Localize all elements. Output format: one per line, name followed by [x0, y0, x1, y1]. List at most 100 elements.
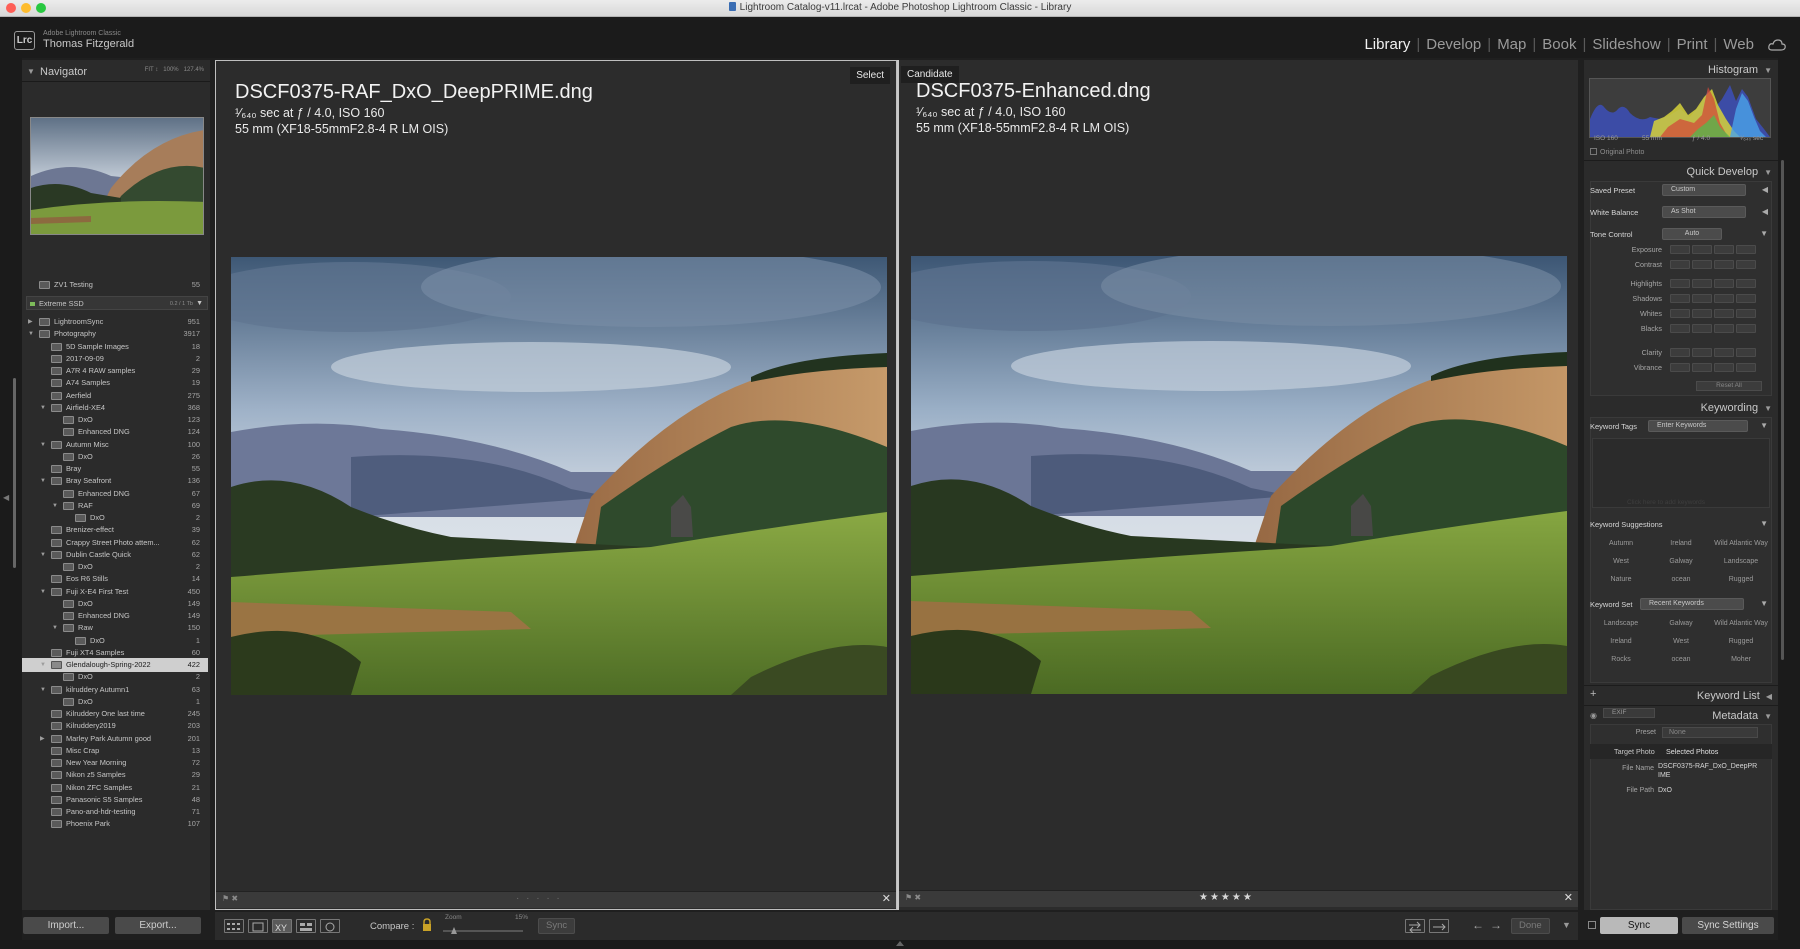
disclosure-icon[interactable]: ◀ [1762, 185, 1768, 194]
navigator-preview[interactable] [30, 117, 204, 235]
people-view-icon[interactable] [320, 919, 340, 933]
keyword-button[interactable]: Galway [1652, 620, 1710, 627]
module-print[interactable]: Print [1677, 36, 1708, 53]
histogram[interactable] [1589, 78, 1771, 138]
folder-row[interactable]: Phoenix Park 107 [22, 817, 208, 831]
tone-step-button[interactable] [1736, 348, 1756, 357]
tone-step-button[interactable] [1692, 363, 1712, 372]
module-book[interactable]: Book [1542, 36, 1576, 53]
disclosure-icon[interactable]: ▼ [1760, 519, 1768, 528]
keyword-list-header[interactable]: Keyword List ◀ [1697, 690, 1772, 702]
histogram-header[interactable]: Histogram ▼ [1708, 64, 1772, 76]
module-slideshow[interactable]: Slideshow [1592, 36, 1660, 53]
tone-step-button[interactable] [1692, 348, 1712, 357]
folder-row-zv1[interactable]: ZV1 Testing 55 [22, 278, 208, 292]
collapse-icon[interactable]: ▼ [1764, 404, 1772, 413]
keyword-button[interactable]: Autumn [1592, 540, 1650, 547]
tone-step-button[interactable] [1670, 324, 1690, 333]
tone-step-button[interactable] [1714, 324, 1734, 333]
tone-step-button[interactable] [1692, 279, 1712, 288]
keyword-button[interactable]: Wild Atlantic Way [1712, 540, 1770, 547]
keywording-header[interactable]: Keywording ▼ [1701, 402, 1772, 414]
filmstrip-toggle-icon[interactable] [896, 941, 904, 946]
tone-step-button[interactable] [1670, 348, 1690, 357]
keyword-entry-area[interactable]: Click here to add keywords [1592, 438, 1770, 508]
close-candidate-icon[interactable]: ✕ [1564, 891, 1573, 904]
module-library[interactable]: Library [1364, 36, 1410, 53]
auto-sync-toggle[interactable] [1588, 921, 1596, 929]
navigator-zoom-option[interactable]: 100% [163, 67, 178, 73]
sync-button[interactable]: Sync [1600, 917, 1678, 934]
keyword-set-select[interactable]: Recent Keywords [1640, 598, 1744, 610]
file-name-value[interactable]: DSCF0375-RAF_DxO_DeepPRIME [1658, 762, 1758, 782]
select-pane[interactable]: Select DSCF0375-RAF_DxO_DeepPRIME.dng ¹⁄… [215, 60, 897, 910]
tone-step-button[interactable] [1736, 363, 1756, 372]
white-balance-select[interactable]: As Shot [1662, 206, 1746, 218]
next-photo-icon[interactable]: → [1490, 918, 1502, 932]
keyword-button[interactable]: Landscape [1712, 558, 1770, 565]
keyword-button[interactable]: Rugged [1712, 638, 1770, 645]
file-path-value[interactable]: DxO [1658, 787, 1672, 794]
disclosure-icon[interactable]: ▼ [1760, 599, 1768, 608]
tone-step-button[interactable] [1670, 245, 1690, 254]
compare-view-icon[interactable]: XY [272, 919, 292, 933]
done-button[interactable]: Done [1511, 918, 1550, 934]
module-web[interactable]: Web [1723, 36, 1754, 53]
tone-step-button[interactable] [1714, 279, 1734, 288]
export-button[interactable]: Export... [115, 917, 201, 934]
left-scrollbar[interactable] [13, 378, 16, 568]
tone-step-button[interactable] [1714, 309, 1734, 318]
cloud-icon[interactable] [1768, 39, 1786, 51]
flag-icons[interactable]: ⚑ ✖ [905, 893, 921, 902]
sync-settings-button[interactable]: Sync Settings [1682, 917, 1774, 934]
tone-step-button[interactable] [1736, 279, 1756, 288]
keyword-button[interactable]: Rugged [1712, 576, 1770, 583]
tone-step-button[interactable] [1714, 294, 1734, 303]
quick-develop-header[interactable]: Quick Develop ▼ [1687, 166, 1772, 178]
tone-step-button[interactable] [1670, 294, 1690, 303]
toolbar-menu-icon[interactable]: ▼ [1562, 920, 1571, 930]
select-photo[interactable] [231, 257, 887, 695]
reset-all-button[interactable]: Reset All [1696, 381, 1762, 391]
keyword-button[interactable]: Galway [1652, 558, 1710, 565]
disclosure-icon[interactable]: ▼ [1760, 229, 1768, 238]
tone-step-button[interactable] [1670, 309, 1690, 318]
collapse-icon[interactable]: ▼ [1764, 66, 1772, 75]
metadata-view-select[interactable]: EXIF [1603, 708, 1655, 718]
keyword-button[interactable]: West [1592, 558, 1650, 565]
lock-icon[interactable] [422, 918, 432, 932]
tone-step-button[interactable] [1670, 260, 1690, 269]
keyword-tags-select[interactable]: Enter Keywords [1648, 420, 1748, 432]
eye-icon[interactable]: ◉ [1590, 711, 1597, 720]
tone-step-button[interactable] [1692, 324, 1712, 333]
close-select-icon[interactable]: ✕ [882, 892, 891, 905]
loupe-view-icon[interactable] [248, 919, 268, 933]
keyword-button[interactable]: Landscape [1592, 620, 1650, 627]
target-photo-value[interactable]: Selected Photos [1666, 747, 1718, 756]
survey-view-icon[interactable] [296, 919, 316, 933]
previous-photo-icon[interactable]: ← [1472, 918, 1484, 932]
left-panel-toggle-icon[interactable]: ◀ [3, 493, 9, 502]
volume-extreme-ssd[interactable]: Extreme SSD 0.2 / 1 Tb ▼ [26, 296, 208, 310]
disclosure-icon[interactable]: ▼ [1760, 421, 1768, 430]
grid-view-icon[interactable] [224, 919, 244, 933]
collapse-icon[interactable]: ▼ [1764, 712, 1772, 721]
collapse-icon[interactable]: ▼ [27, 67, 35, 76]
tone-step-button[interactable] [1692, 294, 1712, 303]
tone-step-button[interactable] [1736, 294, 1756, 303]
original-photo-checkbox[interactable]: Original Photo [1590, 148, 1644, 156]
keyword-button[interactable]: Nature [1592, 576, 1650, 583]
tone-step-button[interactable] [1714, 363, 1734, 372]
keyword-button[interactable]: Moher [1712, 656, 1770, 663]
tone-step-button[interactable] [1736, 324, 1756, 333]
metadata-header[interactable]: Metadata ▼ [1712, 710, 1772, 722]
keyword-button[interactable]: West [1652, 638, 1710, 645]
disclosure-icon[interactable]: ◀ [1762, 207, 1768, 216]
swap-icon[interactable] [1405, 919, 1425, 934]
keyword-button[interactable]: ocean [1652, 656, 1710, 663]
tone-step-button[interactable] [1714, 348, 1734, 357]
tone-step-button[interactable] [1714, 260, 1734, 269]
tone-step-button[interactable] [1670, 279, 1690, 288]
volume-menu-icon[interactable]: ▼ [196, 297, 203, 311]
tone-step-button[interactable] [1736, 245, 1756, 254]
